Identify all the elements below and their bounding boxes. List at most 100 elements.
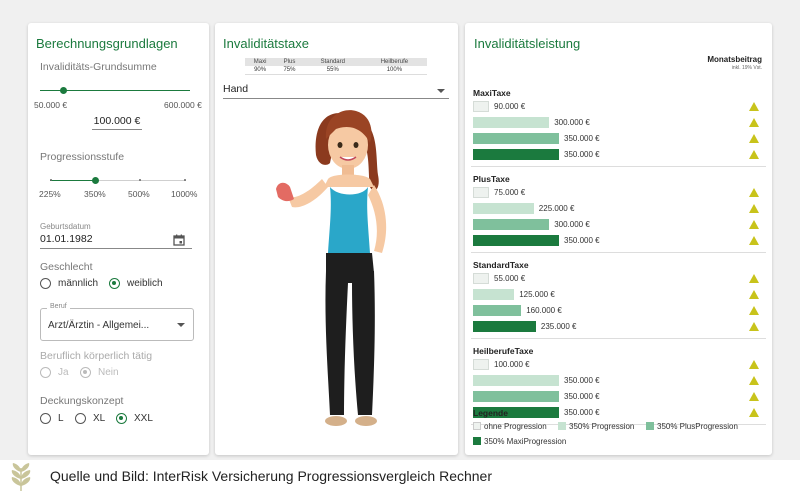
radio-xl-label: XL (93, 413, 106, 424)
progression-tick-label: 500% (128, 189, 150, 199)
progression-track-active[interactable] (50, 180, 96, 181)
radio-nein-label: Nein (98, 367, 119, 378)
warning-icon[interactable] (749, 204, 759, 213)
warning-icon[interactable] (749, 150, 759, 159)
leistung-value: 225.000 € (538, 204, 575, 213)
warning-icon[interactable] (749, 376, 759, 385)
leistung-bar (473, 289, 515, 300)
section-divider (471, 338, 766, 339)
section-title: HeilberufeTaxe (473, 346, 534, 356)
leistung-bar (473, 133, 559, 144)
leistung-value: 350.000 € (564, 236, 600, 245)
taxe-value: 55% (303, 66, 362, 75)
wheat-logo-icon (11, 463, 31, 491)
taxe-header: Standard (303, 58, 362, 66)
warning-icon[interactable] (749, 392, 759, 401)
leistung-bar (473, 273, 489, 284)
warning-icon[interactable] (749, 220, 759, 229)
leistung-value: 300.000 € (554, 118, 590, 127)
legend-title: Legende (473, 408, 508, 418)
radio-l-label: L (58, 413, 64, 424)
warning-icon[interactable] (749, 322, 759, 331)
radio-weiblich[interactable] (109, 278, 120, 289)
monatsbeitrag-header: Monatsbeitrag (707, 55, 762, 64)
leistung-value: 350.000 € (564, 134, 600, 143)
warning-icon[interactable] (749, 134, 759, 143)
grundsumme-label: Invaliditäts-Grundsumme (40, 61, 157, 73)
radio-maennlich-label: männlich (58, 278, 99, 289)
grundsumme-input[interactable]: 100.000 € (92, 115, 142, 130)
progression-tick (184, 179, 186, 181)
progression-slider-thumb[interactable] (92, 177, 99, 184)
body-part-select[interactable]: Hand (223, 83, 449, 99)
progression-track-rest[interactable] (96, 180, 186, 181)
leistung-value: 235.000 € (540, 322, 577, 331)
card-title: Invaliditätstaxe (223, 36, 309, 51)
radio-nein[interactable] (80, 367, 91, 378)
legend-swatch (473, 437, 481, 445)
chevron-down-icon[interactable] (437, 89, 445, 93)
leistung-bar (473, 187, 489, 198)
progression-tick (50, 179, 52, 181)
leistung-value: 75.000 € (494, 188, 526, 197)
monatsbeitrag-sub: inkl. 19% Vst. (731, 65, 762, 71)
radio-l[interactable] (40, 413, 51, 424)
leistung-bar (473, 305, 522, 316)
berechnungsgrundlagen-card: Berechnungsgrundlagen Invaliditäts-Grund… (28, 23, 209, 455)
taxe-table: Maxi Plus Standard Heilberufe 90% 75% 55… (245, 58, 427, 75)
grundsumme-slider-thumb[interactable] (60, 87, 67, 94)
warning-icon[interactable] (749, 188, 759, 197)
deckung-label: Deckungskonzept (40, 395, 124, 407)
geburtsdatum-input[interactable]: 01.01.1982 (40, 233, 192, 249)
leistung-value: 100.000 € (494, 360, 530, 369)
leistung-value: 125.000 € (519, 290, 555, 299)
warning-icon[interactable] (749, 236, 759, 245)
taxe-header: Heilberufe (361, 58, 427, 66)
legend-swatch (473, 422, 481, 430)
legend-label: 350% Progression (569, 422, 635, 431)
leistung-value: 160.000 € (526, 306, 562, 315)
warning-icon[interactable] (749, 408, 759, 417)
legend-label: 350% MaxiProgression (484, 437, 567, 446)
progression-tick (139, 179, 141, 181)
calendar-icon[interactable] (173, 234, 185, 246)
progression-tick-label: 350% (84, 189, 106, 199)
leistung-bar (473, 149, 559, 160)
progression-label: Progressionsstufe (40, 151, 125, 163)
taxe-value: 100% (361, 66, 427, 75)
warning-icon[interactable] (749, 118, 759, 127)
radio-ja-label: Ja (58, 367, 69, 378)
warning-icon[interactable] (749, 274, 759, 283)
chevron-down-icon[interactable] (177, 323, 185, 327)
taxe-header: Maxi (245, 58, 276, 66)
progression-tick-label: 1000% (171, 189, 198, 199)
geburtsdatum-label: Geburtsdatum (40, 222, 91, 231)
radio-ja[interactable] (40, 367, 51, 378)
legend-label: ohne Progression (484, 422, 547, 431)
radio-xxl[interactable] (116, 413, 127, 424)
warning-icon[interactable] (749, 290, 759, 299)
leistung-value: 350.000 € (564, 150, 600, 159)
image-caption: Quelle und Bild: InterRisk Versicherung … (50, 468, 492, 484)
geschlecht-label: Geschlecht (40, 261, 93, 273)
leistung-value: 90.000 € (494, 102, 526, 111)
radio-xl[interactable] (75, 413, 86, 424)
leistung-bar (473, 117, 550, 128)
radio-maennlich[interactable] (40, 278, 51, 289)
grundsumme-min: 50.000 € (34, 100, 68, 110)
warning-icon[interactable] (749, 360, 759, 369)
radio-weiblich-label: weiblich (127, 278, 163, 289)
legend-swatch (646, 422, 654, 430)
leistung-value: 350.000 € (564, 408, 600, 417)
warning-icon[interactable] (749, 306, 759, 315)
leistung-bar (473, 391, 559, 402)
leistung-bar (473, 235, 559, 246)
invaliditaetsleistung-card: Invaliditätsleistung Monatsbeitrag inkl.… (465, 23, 772, 455)
section-title: MaxiTaxe (473, 88, 511, 98)
beruf-value[interactable]: Arzt/Ärztin - Allgemei... (48, 320, 149, 331)
leistung-value: 350.000 € (564, 392, 600, 401)
leistung-value: 55.000 € (494, 274, 526, 283)
warning-icon[interactable] (749, 102, 759, 111)
taxe-value: 90% (245, 66, 276, 75)
koerperlich-label: Beruflich körperlich tätig (40, 350, 153, 362)
